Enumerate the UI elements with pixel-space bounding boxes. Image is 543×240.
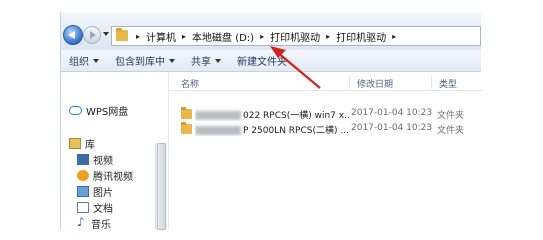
nav-item-label: 音乐	[91, 220, 111, 231]
nav-item-wps[interactable]: WPS网盘	[69, 103, 128, 118]
new-folder-button[interactable]: 新建文件夹	[229, 53, 295, 68]
scrollbar-thumb[interactable]	[157, 143, 166, 230]
nav-item-documents[interactable]: 文档	[77, 200, 113, 215]
column-divider[interactable]	[431, 75, 432, 89]
pictures-icon	[77, 186, 89, 197]
folder-icon	[181, 122, 192, 134]
folder-icon	[181, 107, 192, 119]
column-header-type[interactable]: 类型	[439, 77, 457, 90]
breadcrumb-separator-icon[interactable]: ▸	[388, 32, 400, 41]
file-type: 文件夹	[437, 126, 465, 136]
breadcrumb-separator-icon[interactable]: ▸	[322, 32, 334, 41]
chevron-down-icon	[169, 58, 175, 63]
nav-item-videos[interactable]: 视频	[77, 152, 113, 167]
organize-label: 组织	[69, 57, 89, 68]
breadcrumb-separator-icon[interactable]: ▸	[132, 32, 144, 41]
cloud-icon	[69, 106, 82, 115]
nav-item-library[interactable]: 库	[69, 136, 95, 151]
organize-button[interactable]: 组织	[61, 53, 107, 68]
share-button[interactable]: 共享	[183, 53, 229, 68]
navigation-scrollbar[interactable]	[155, 143, 167, 230]
navigation-pane: WPS网盘 库 视频 腾讯视频 图片 文档 音乐	[61, 73, 167, 231]
library-icon	[69, 138, 81, 149]
column-header-name[interactable]: 名称	[181, 77, 199, 90]
redacted-text	[195, 126, 241, 135]
tencent-video-icon	[77, 170, 89, 181]
file-name: 022 RPCS(一横) win7 x...	[195, 108, 349, 121]
nav-item-label: 腾讯视频	[93, 172, 133, 183]
column-header-row: 名称 修改日期 类型	[169, 73, 482, 91]
file-type: 文件夹	[437, 111, 465, 121]
redacted-text	[195, 111, 241, 120]
breadcrumb-printer-driver-current[interactable]: 打印机驱动	[334, 29, 388, 44]
breadcrumb-separator-icon[interactable]: ▸	[178, 32, 190, 41]
video-icon	[77, 154, 89, 165]
recent-pages-dropdown[interactable]	[103, 32, 109, 36]
nav-item-label: 图片	[93, 188, 113, 199]
chevron-down-icon	[93, 58, 99, 63]
new-folder-label: 新建文件夹	[237, 57, 287, 68]
nav-item-label: 文档	[93, 204, 113, 215]
column-header-date-modified[interactable]: 修改日期	[357, 77, 393, 90]
address-row: ▸ 计算机 ▸ 本地磁盘 (D:) ▸ 打印机驱动 ▸ 打印机驱动 ▸	[61, 12, 481, 50]
breadcrumb-printer-driver[interactable]: 打印机驱动	[268, 29, 322, 44]
include-in-library-label: 包含到库中	[115, 57, 165, 68]
table-row[interactable]: 022 RPCS(一横) win7 x... 2017-01-04 10:23 …	[169, 107, 482, 122]
include-in-library-button[interactable]: 包含到库中	[107, 53, 183, 68]
file-name: P 2500LN RPCS(二横) ...	[195, 123, 349, 136]
command-bar: 组织 包含到库中 共享 新建文件夹	[61, 50, 481, 72]
address-bar[interactable]: ▸ 计算机 ▸ 本地磁盘 (D:) ▸ 打印机驱动 ▸ 打印机驱动 ▸	[111, 26, 481, 46]
file-date: 2017-01-04 10:23	[351, 123, 433, 133]
nav-item-pictures[interactable]: 图片	[77, 184, 113, 199]
forward-button[interactable]	[83, 26, 101, 44]
folder-icon	[116, 28, 128, 41]
file-date: 2017-01-04 10:23	[351, 108, 433, 118]
music-icon	[77, 215, 87, 229]
chevron-down-icon	[215, 58, 221, 63]
nav-item-music[interactable]: 音乐	[77, 215, 111, 231]
breadcrumb-separator-icon[interactable]: ▸	[256, 32, 268, 41]
table-row[interactable]: P 2500LN RPCS(二横) ... 2017-01-04 10:23 文…	[169, 122, 482, 137]
breadcrumb-drive-d[interactable]: 本地磁盘 (D:)	[190, 29, 256, 44]
nav-item-label: 库	[85, 140, 95, 151]
column-divider[interactable]	[349, 75, 350, 89]
nav-item-tencent-video[interactable]: 腾讯视频	[77, 168, 133, 183]
back-button[interactable]	[63, 25, 83, 45]
documents-icon	[77, 202, 89, 213]
breadcrumb-computer[interactable]: 计算机	[144, 29, 178, 44]
share-label: 共享	[191, 57, 211, 68]
breadcrumb: ▸ 计算机 ▸ 本地磁盘 (D:) ▸ 打印机驱动 ▸ 打印机驱动 ▸	[132, 27, 400, 45]
nav-item-label: WPS网盘	[86, 107, 129, 118]
explorer-window: ▸ 计算机 ▸ 本地磁盘 (D:) ▸ 打印机驱动 ▸ 打印机驱动 ▸ 组织 包…	[60, 12, 482, 231]
file-list: 名称 修改日期 类型 022 RPCS(一横) win7 x... 2017-0…	[168, 73, 482, 230]
nav-item-label: 视频	[93, 156, 113, 167]
